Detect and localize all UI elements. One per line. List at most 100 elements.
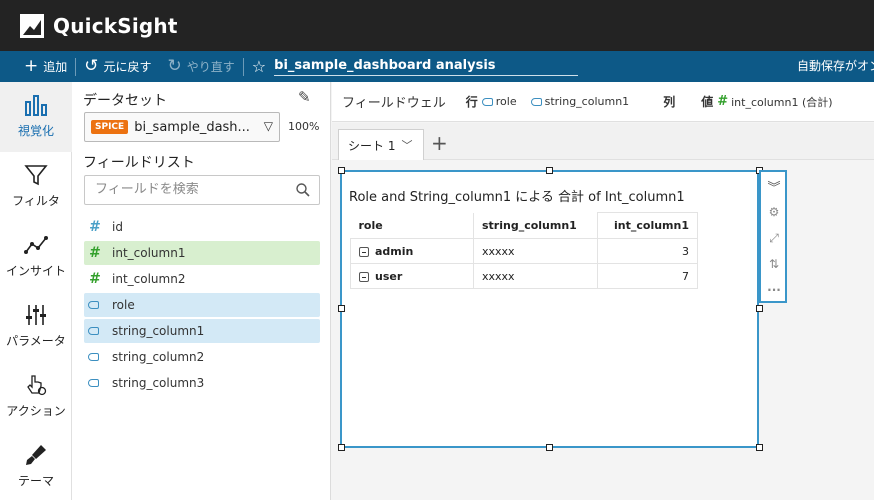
values-well-item[interactable]: # int_column1 (合計) [717,94,832,110]
fields-panel: データセット ✎ SPICE bi_sample_dash... ▽ 100% … [72,82,331,500]
column-header[interactable]: int_column1 [597,212,698,239]
row-header-cell[interactable]: user [350,263,474,289]
left-nav: 視覚化 フィルタ インサイト パラメータ アクション テーマ [0,82,72,500]
collapse-minus-icon[interactable] [359,246,369,257]
measure-hash-icon: # [89,245,101,261]
toolbar-divider [242,57,244,76]
measure-hash-icon: # [717,94,729,109]
expand-icon[interactable]: ⤢ [766,230,782,246]
edit-dataset-pencil-icon[interactable]: ✎ [298,88,311,106]
nav-label: 視覚化 [17,124,54,138]
field-item-int-column1[interactable]: # int_column1 [84,241,320,265]
nav-label: アクション [6,404,66,418]
chevron-down-icon[interactable]: ﹀ [401,137,412,153]
nav-theme[interactable]: テーマ [0,432,72,500]
nav-label: テーマ [17,474,54,488]
nav-label: インサイト [5,264,66,278]
field-name: int_column1 [112,246,186,260]
field-item-string-column1[interactable]: string_column1 [84,319,320,343]
columns-well-label[interactable]: 列 [663,93,675,110]
field-item-int-column2[interactable]: # int_column2 [84,267,320,291]
field-name: role [112,298,135,312]
values-well-value: int_column1 (合計) [731,95,833,109]
nav-label: パラメータ [6,334,66,348]
visual-title[interactable]: Role and String_column1 による 合計 of Int_co… [349,186,685,205]
dataset-name: bi_sample_dash... [134,119,250,135]
resize-handle[interactable] [756,305,763,312]
resize-handle[interactable] [338,167,345,174]
filter-icon [24,165,48,186]
analysis-name-input[interactable]: bi_sample_dashboard analysis [274,57,579,76]
measure-hash-icon: # [89,219,101,235]
actions-icon [27,375,47,396]
field-item-id[interactable]: # id [84,215,320,239]
theme-brush-icon [26,445,46,465]
autosave-toggle[interactable]: 自動保存がオン [797,51,874,82]
measure-hash-icon: # [89,271,101,287]
field-item-role[interactable]: role [84,293,320,317]
field-wells-title[interactable]: フィールドウェル [342,92,446,111]
search-icon[interactable] [295,182,311,198]
rows-well-item[interactable]: string_column1 [530,95,630,108]
nav-actions[interactable]: アクション [0,362,72,432]
table-cell: xxxxx [473,238,598,264]
quicksight-logo-icon [20,13,44,38]
nav-parameters[interactable]: パラメータ [0,292,72,362]
nav-filter[interactable]: フィルタ [0,152,72,222]
field-item-string-column2[interactable]: string_column2 [84,345,320,369]
field-name: int_column2 [112,272,186,286]
spice-percent: 100% [288,120,320,133]
sheet-tab-label: シート 1 [348,138,396,153]
redo-button[interactable]: ↻ やり直す [160,51,243,82]
field-list-title: フィールドリスト [83,155,195,171]
column-header[interactable]: role [350,212,474,239]
insights-icon [24,236,48,254]
undo-icon: ↺ [84,56,99,76]
nav-visualize[interactable]: 視覚化 [0,82,72,152]
add-button[interactable]: + 追加 [0,51,75,82]
resize-handle[interactable] [338,305,345,312]
values-well-label: 値 [701,95,714,109]
undo-button[interactable]: ↺ 元に戻す [76,51,159,82]
nav-insights[interactable]: インサイト [0,222,72,292]
resize-handle[interactable] [756,444,763,451]
more-options-icon[interactable]: ··· [766,282,782,298]
visual-controls: ︾ ⚙ ⤢ ⇅ ··· [759,170,787,303]
plus-icon: + [24,56,39,76]
tab-sheet-1[interactable]: シート 1 ﹀ [338,129,424,160]
toolbar: + 追加 ↺ 元に戻す ↻ やり直す ☆ bi_sample_dashboard… [0,51,874,82]
dataset-title: データセット [83,93,167,109]
collapse-double-chevron-icon[interactable]: ︾ [766,178,782,196]
rows-well-value: string_column1 [544,95,630,108]
dimension-tag-icon [530,97,542,106]
collapse-minus-icon[interactable] [359,271,369,282]
table-row: admin xxxxx 3 [350,238,698,264]
spice-badge: SPICE [91,120,129,134]
field-search-input[interactable] [95,182,295,197]
field-item-string-column3[interactable]: string_column3 [84,371,320,395]
swap-icon[interactable]: ⇅ [766,256,782,272]
column-header[interactable]: string_column1 [473,212,598,239]
resize-handle[interactable] [546,167,553,174]
table-cell: xxxxx [473,263,598,289]
resize-handle[interactable] [546,444,553,451]
add-sheet-plus-icon[interactable]: + [431,131,448,155]
rows-well-label: 行 [465,95,478,109]
dimension-tag-icon [481,97,493,106]
table-cell: 7 [597,263,698,289]
table-row: user xxxxx 7 [350,263,698,289]
dataset-select[interactable]: SPICE bi_sample_dash... ▽ [84,112,280,142]
resize-handle[interactable] [338,444,345,451]
gear-icon[interactable]: ⚙ [766,204,782,220]
field-name: id [112,220,123,234]
rows-well-value: role [495,95,517,108]
row-header-cell[interactable]: admin [350,238,474,264]
field-wells-bar: フィールドウェル 行 role string_column1 列 値 # int… [332,82,874,122]
sheet-tabs: シート 1 ﹀ + [332,123,874,160]
table-cell: 3 [597,238,698,264]
rows-well-item[interactable]: role [481,95,517,108]
favorite-star-icon[interactable]: ☆ [252,57,266,76]
bar-chart-icon [25,95,47,116]
pivot-table: role string_column1 int_column1 admin xx… [350,212,698,289]
dimension-tag-icon [88,379,102,387]
